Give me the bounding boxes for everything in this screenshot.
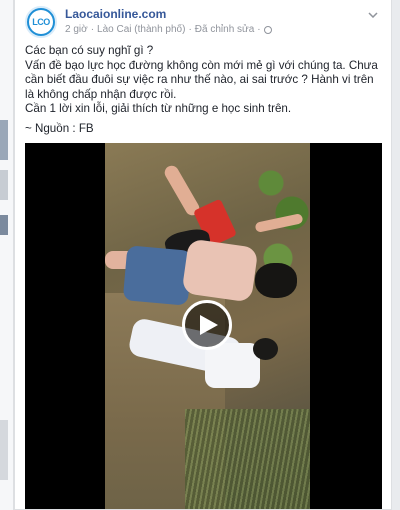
play-icon[interactable]	[182, 300, 232, 350]
video-player[interactable]	[25, 143, 382, 509]
page-avatar[interactable]: LCO	[25, 6, 57, 38]
post-location[interactable]: Lào Cai (thành phố)	[97, 24, 185, 35]
sidebar-thumbnail	[0, 215, 8, 235]
post-line: Cần 1 lời xin lỗi, giải thích từ những e…	[25, 102, 292, 115]
chevron-down-icon[interactable]	[365, 8, 381, 22]
sidebar-thumbnail	[0, 120, 8, 160]
left-sidebar-edge	[0, 0, 14, 510]
post-time[interactable]: 2 giờ	[65, 24, 88, 35]
sidebar-thumbnail	[0, 170, 8, 200]
meta-separator: ·	[188, 24, 192, 35]
right-edge	[391, 0, 400, 510]
meta-separator: ·	[90, 24, 95, 35]
page-name-link[interactable]: Laocaionline.com	[65, 7, 166, 21]
post-meta: 2 giờ · Lào Cai (thành phố) · Đã chỉnh s…	[65, 24, 272, 35]
post-line: Vấn đề bạo lực học đường không còn mới m…	[25, 58, 378, 101]
edited-label[interactable]: Đã chỉnh sửa	[195, 24, 255, 35]
post-line: Các bạn có suy nghĩ gì ?	[25, 44, 154, 57]
post-header: LCO Laocaionline.com 2 giờ · Lào Cai (th…	[25, 6, 381, 38]
avatar-logo-text: LCO	[29, 10, 53, 34]
post-body: Các bạn có suy nghĩ gì ? Vấn đề bạo lực …	[25, 44, 385, 136]
post-source: ~ Nguồn : FB	[25, 121, 94, 135]
post-card: LCO Laocaionline.com 2 giờ · Lào Cai (th…	[14, 0, 392, 510]
meta-separator: ·	[257, 24, 261, 35]
globe-icon	[263, 25, 272, 34]
sidebar-thumbnail	[0, 420, 8, 480]
